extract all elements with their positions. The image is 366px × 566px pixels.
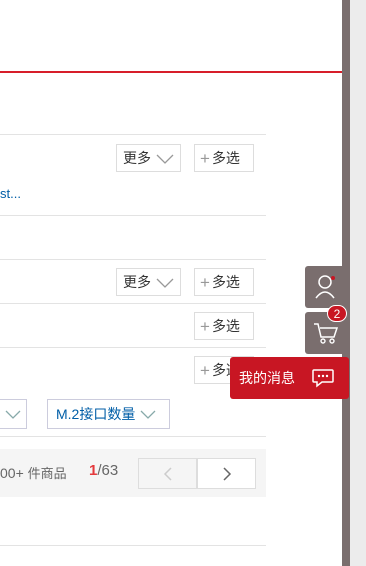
row-divider xyxy=(0,215,266,216)
more-button[interactable]: 更多 xyxy=(116,144,181,172)
multi-select-button[interactable]: + 多选 xyxy=(194,312,254,340)
row-divider xyxy=(0,545,266,546)
more-button[interactable]: 更多 xyxy=(116,268,181,296)
multi-select-label: 多选 xyxy=(211,274,240,290)
more-button-label: 更多 xyxy=(123,274,151,290)
chevron-left-icon xyxy=(163,466,172,481)
filter-dropdown-partial[interactable] xyxy=(0,399,27,429)
next-page-button[interactable] xyxy=(197,458,256,489)
multi-select-label: 多选 xyxy=(211,150,240,166)
row-divider xyxy=(0,303,266,304)
result-count-value: 00+ xyxy=(0,465,24,481)
pagination-bar: 00+ 件商品 1/63 xyxy=(0,449,266,497)
multi-select-button[interactable]: + 多选 xyxy=(194,268,254,296)
my-messages-label: 我的消息 xyxy=(239,370,295,386)
shopping-cart-icon xyxy=(314,323,339,344)
prev-page-button[interactable] xyxy=(138,458,197,489)
chevron-down-icon xyxy=(5,410,21,419)
chevron-down-icon xyxy=(140,410,156,419)
row-divider xyxy=(0,259,266,260)
cart-count-badge: 2 xyxy=(327,305,347,322)
page-scroll-gutter xyxy=(350,0,366,566)
plus-icon: + xyxy=(200,272,210,292)
m2-interface-filter[interactable]: M.2接口数量 xyxy=(47,399,170,429)
plus-icon: + xyxy=(200,316,210,336)
chevron-right-icon xyxy=(222,466,231,481)
my-messages-button[interactable]: 我的消息 xyxy=(230,357,349,399)
plus-icon: + xyxy=(200,148,210,168)
user-account-button[interactable] xyxy=(305,266,347,308)
header-red-divider xyxy=(0,71,342,73)
result-count: 00+ 件商品 xyxy=(0,463,67,482)
row-divider xyxy=(0,134,266,135)
more-button-label: 更多 xyxy=(123,150,151,166)
multi-select-button[interactable]: + 多选 xyxy=(194,144,254,172)
total-pages: /63 xyxy=(97,462,119,479)
user-icon xyxy=(315,275,335,299)
page-indicator: 1/63 xyxy=(89,462,118,479)
plus-icon: + xyxy=(200,360,210,380)
row-divider xyxy=(0,436,266,437)
truncated-link[interactable]: st... xyxy=(0,186,21,201)
m2-filter-label: M.2接口数量 xyxy=(56,406,136,422)
chevron-down-icon xyxy=(156,154,174,164)
result-count-unit: 件商品 xyxy=(27,466,67,481)
chevron-down-icon xyxy=(156,278,174,288)
multi-select-label: 多选 xyxy=(211,318,240,334)
chat-bubble-icon xyxy=(312,369,334,388)
row-divider xyxy=(0,347,266,348)
